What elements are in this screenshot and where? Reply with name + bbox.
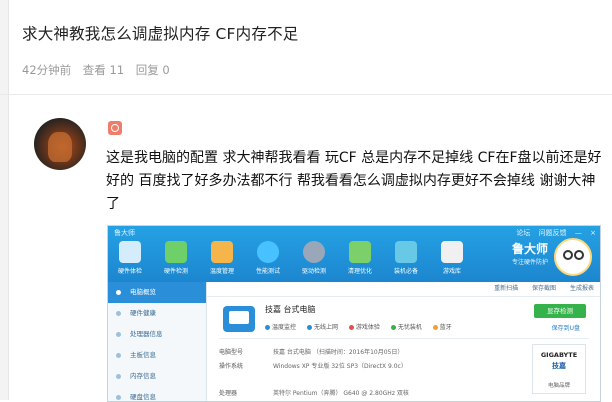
feature-status-row: 温度监控 无线上网 游戏体验 无忧装机 蓝牙 [265,322,461,331]
avatar[interactable] [34,118,86,170]
side-item-overview[interactable]: 电脑概览 [108,282,206,303]
rescan-link[interactable]: 重新扫描 [494,285,518,292]
vendor-logo: GIGABYTE [540,351,578,359]
post-body: 这是我电脑的配置 求大神帮我看看 玩CF 总是内存不足掉线 CF在F盘以前还是好… [106,150,602,212]
thermometer-icon [211,241,233,263]
cube-icon [395,241,417,263]
brand-name: 鲁大师 [511,242,548,256]
panel-divider [219,338,589,339]
vendor-name: 技嘉 [552,362,566,370]
status-wifi[interactable]: 无线上网 [306,324,338,331]
tool-cleanup[interactable]: 清理优化 [340,241,380,275]
tool-install[interactable]: 装机必备 [386,241,426,275]
vendor-caption: 电脑品牌 [547,383,570,389]
window-controls: 论坛 问题反馈 — × [510,228,596,238]
brand-tagline: 专注硬件防护 [511,259,548,266]
save-screenshot-link[interactable]: 保存截图 [532,285,556,292]
pc-name: 技嘉 台式电脑 [265,305,316,314]
save-usb-link[interactable]: 保存到U盘 [552,323,580,332]
brand: 鲁大师 专注硬件防护 [512,240,548,266]
close-button[interactable]: × [590,229,596,237]
status-install[interactable]: 无忧装机 [390,324,422,331]
reply-count[interactable]: 回复 0 [136,63,170,77]
pc-icon [223,306,255,332]
gamepad-icon [441,241,463,263]
divider [0,94,612,95]
tool-driver[interactable]: 驱动检测 [294,241,334,275]
side-item-memory[interactable]: 内存信息 [108,366,206,387]
tool-games[interactable]: 游戏库 [432,241,472,275]
status-temp[interactable]: 温度监控 [265,324,296,331]
vendor-logo-card: GIGABYTE 技嘉 电脑品牌 [532,344,586,394]
side-item-cpu[interactable]: 处理器信息 [108,324,206,345]
tool-temperature[interactable]: 温度管理 [202,241,242,275]
thread-title: 求大神教我怎么调虚拟内存 CF内存不足 [22,25,299,43]
left-edge-strip [0,0,9,400]
spec-row: 操作系统 Windows XP 专业版 32位 SP3（DirectX 9.0c） [219,363,407,370]
monitor-icon [119,241,141,263]
gauge-icon [257,241,279,263]
side-item-health[interactable]: 硬件健康 [108,303,206,324]
chip-icon [165,241,187,263]
memory-check-button[interactable]: 显存检测 [534,304,586,318]
status-bluetooth[interactable]: 蓝牙 [432,324,452,331]
overview-panel: 重新扫描 保存截图 生成报表 技嘉 台式电脑 温度监控 无线上网 游戏体验 无忧… [207,282,600,401]
report-link[interactable]: 生成报表 [570,285,594,292]
tool-hardware-detect[interactable]: 硬件检测 [156,241,196,275]
broom-icon [349,241,371,263]
search-badge-icon [108,121,122,135]
spec-row: 处理器 英特尔 Pentium（奔腾） G640 @ 2.80GHz 双核 [219,390,409,397]
forum-link[interactable]: 论坛 [516,229,530,237]
tool-benchmark[interactable]: 性能测试 [248,241,288,275]
spec-row: 电脑型号 技嘉 台式电脑 （扫描时间：2016年10月05日） [219,349,404,356]
minimize-button[interactable]: — [575,229,582,237]
side-nav: 电脑概览 硬件健康 处理器信息 主板信息 内存信息 硬盘信息 [108,282,207,401]
attached-screenshot[interactable]: 鲁大师 论坛 问题反馈 — × 硬件体检 硬件检测 温度管理 性能测试 驱动检测… [107,225,601,402]
app-name: 鲁大师 [114,229,135,237]
thread-meta: 42分钟前 查看 11 回复 0 [22,62,178,78]
app-header: 鲁大师 论坛 问题反馈 — × 硬件体检 硬件检测 温度管理 性能测试 驱动检测… [108,226,600,282]
side-item-board[interactable]: 主板信息 [108,345,206,366]
status-game[interactable]: 游戏体验 [348,324,380,331]
mascot-icon [554,238,592,276]
tool-hardware-check[interactable]: 硬件体检 [110,241,150,275]
panel-toolbar: 重新扫描 保存截图 生成报表 [207,282,600,297]
post-time: 42分钟前 [22,63,72,77]
view-count: 查看 11 [82,63,125,77]
feedback-link[interactable]: 问题反馈 [539,229,567,237]
gear-icon [303,241,325,263]
